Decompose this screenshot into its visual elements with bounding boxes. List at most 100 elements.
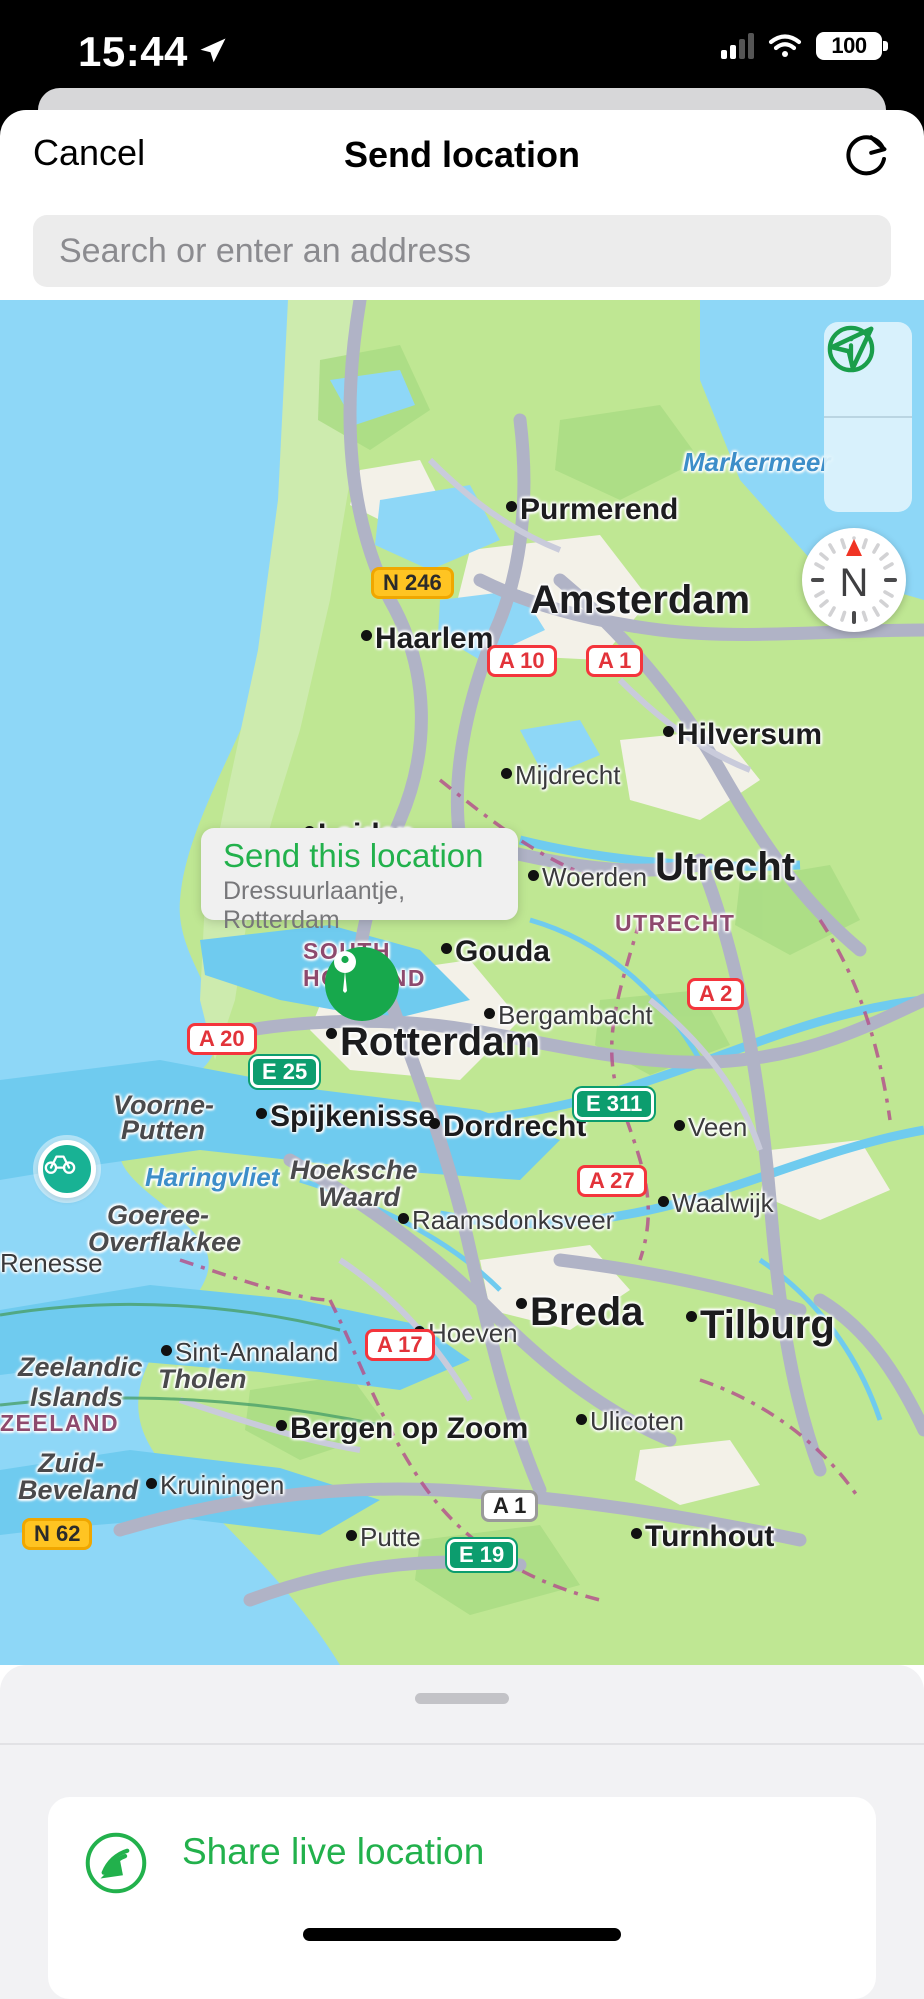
city-dot (346, 1530, 357, 1541)
search-bar (33, 215, 891, 287)
map-city-label: Hoeven (428, 1318, 518, 1348)
map-province-label: ZEELAND (0, 1410, 120, 1436)
map-city-label: Kruiningen (160, 1470, 285, 1500)
road-shield: A 10 (487, 645, 557, 677)
map-city-label: Dordrecht (443, 1110, 587, 1143)
city-dot (674, 1120, 685, 1131)
refresh-icon[interactable] (844, 132, 892, 180)
road-shield: A 27 (577, 1165, 647, 1197)
city-dot (576, 1414, 587, 1425)
map-water-label: Markermeer (683, 447, 831, 477)
map-canvas[interactable]: Purmerend Amsterdam Haarlem Hilversum Mijdre… (0, 300, 924, 1665)
compass-icon[interactable]: N (802, 528, 906, 632)
city-dot (256, 1108, 267, 1119)
map-city-label: Waalwijk (672, 1188, 774, 1218)
map-region-label: Tholen (158, 1364, 247, 1394)
road-shield: A 20 (187, 1023, 257, 1055)
status-bar: 15:44 100 (0, 0, 924, 100)
map-city-label: Turnhout (645, 1520, 775, 1553)
map-city-label: Raamsdonksveer (412, 1205, 615, 1235)
map-city-label: Purmerend (520, 493, 679, 526)
road-shield: A 1 (586, 645, 644, 677)
share-live-location-label: Share live location (182, 1831, 485, 1872)
status-bar-indicators: 100 (721, 32, 888, 60)
map-geometry (0, 300, 924, 1665)
callout-title: Send this location (223, 837, 484, 874)
map-city-label: Haarlem (375, 622, 494, 655)
map-city-label: Breda (530, 1290, 644, 1334)
page-title: Send location (343, 134, 581, 175)
map-water-label: Haringvliet (145, 1162, 280, 1192)
map-region-label: Zeelandic (18, 1352, 143, 1382)
bicycle-poi-marker[interactable] (38, 1140, 96, 1198)
city-dot (686, 1311, 697, 1322)
callout-subtitle: Dressuurlaantje, Rotterdam (223, 876, 406, 934)
road-shield: E 25 (250, 1056, 320, 1088)
home-indicator (303, 1928, 621, 1941)
city-dot (361, 630, 372, 641)
road-shield: E 311 (574, 1088, 655, 1120)
map-city-label: Bergen op Zoom (290, 1412, 529, 1445)
map-pin-marker[interactable] (325, 947, 399, 1021)
map-pin-icon (334, 951, 356, 993)
navigation-arrow-icon (829, 326, 874, 371)
map-city-label: Amsterdam (530, 578, 751, 622)
map-city-label: Mijdrecht (515, 760, 621, 790)
map-locate-button[interactable] (824, 326, 912, 512)
cellular-signal-icon (721, 33, 754, 59)
search-input[interactable] (33, 215, 891, 287)
map-region-label: Putten (121, 1115, 205, 1145)
drag-handle[interactable] (415, 1693, 509, 1704)
city-dot (528, 870, 539, 881)
map-province-label: UTRECHT (615, 910, 736, 936)
city-dot (631, 1528, 642, 1539)
city-dot (501, 768, 512, 779)
send-location-callout[interactable]: Send this location Dressuurlaantje, Rott… (201, 828, 518, 934)
location-arrow-icon (200, 38, 226, 63)
map-city-label: Spijkenisse (270, 1100, 436, 1133)
status-bar-time: 15:44 (78, 28, 188, 75)
divider (0, 1743, 924, 1745)
map-city-label: Hilversum (677, 718, 823, 751)
map-city-label: Veen (688, 1112, 748, 1142)
map-region-label: Beveland (18, 1475, 139, 1505)
map-region-label: Waard (318, 1182, 401, 1212)
city-dot (326, 1028, 337, 1039)
city-dot (146, 1478, 157, 1489)
send-location-sheet: Cancel Send location Search or enter an … (0, 110, 924, 1999)
road-shield: N 62 (22, 1518, 93, 1550)
battery-level: 100 (831, 33, 867, 58)
map-region-label: Islands (30, 1382, 124, 1412)
map-city-label: Tilburg (700, 1303, 835, 1347)
city-dot (441, 943, 452, 954)
map-city-label: Putte (360, 1522, 421, 1552)
road-shield: A 1 (481, 1490, 539, 1522)
compass-north-label: N (839, 560, 869, 605)
broadcast-icon (85, 1832, 147, 1894)
city-dot (663, 726, 674, 737)
city-dot (516, 1298, 527, 1309)
city-dot (484, 1008, 495, 1019)
map-city-label: Bergambacht (498, 1000, 653, 1030)
bicycle-icon (44, 1155, 76, 1174)
city-dot (658, 1196, 669, 1207)
map-region-label: Overflakkee (88, 1227, 242, 1257)
road-shield: N 246 (371, 567, 454, 599)
road-shield: E 19 (447, 1539, 517, 1571)
city-dot (161, 1345, 172, 1356)
map-city-label: Utrecht (655, 845, 796, 889)
road-shield: A 17 (365, 1329, 435, 1361)
city-dot (506, 501, 517, 512)
map-city-label: Woerden (542, 862, 648, 892)
map-city-label: Ulicoten (590, 1406, 684, 1436)
share-live-location-row[interactable]: Share live location (48, 1797, 876, 1999)
wifi-icon (768, 34, 802, 57)
map-controls (824, 322, 912, 512)
bottom-sheet: Share live location (0, 1665, 924, 1999)
navigation-bar: Cancel Send location (0, 110, 924, 200)
map-city-label: Gouda (455, 935, 550, 968)
city-dot (276, 1420, 287, 1431)
phone-screen: 15:44 100 Cancel Send location Search or… (0, 0, 924, 1999)
city-dot (398, 1213, 409, 1224)
battery-indicator: 100 (816, 32, 888, 60)
